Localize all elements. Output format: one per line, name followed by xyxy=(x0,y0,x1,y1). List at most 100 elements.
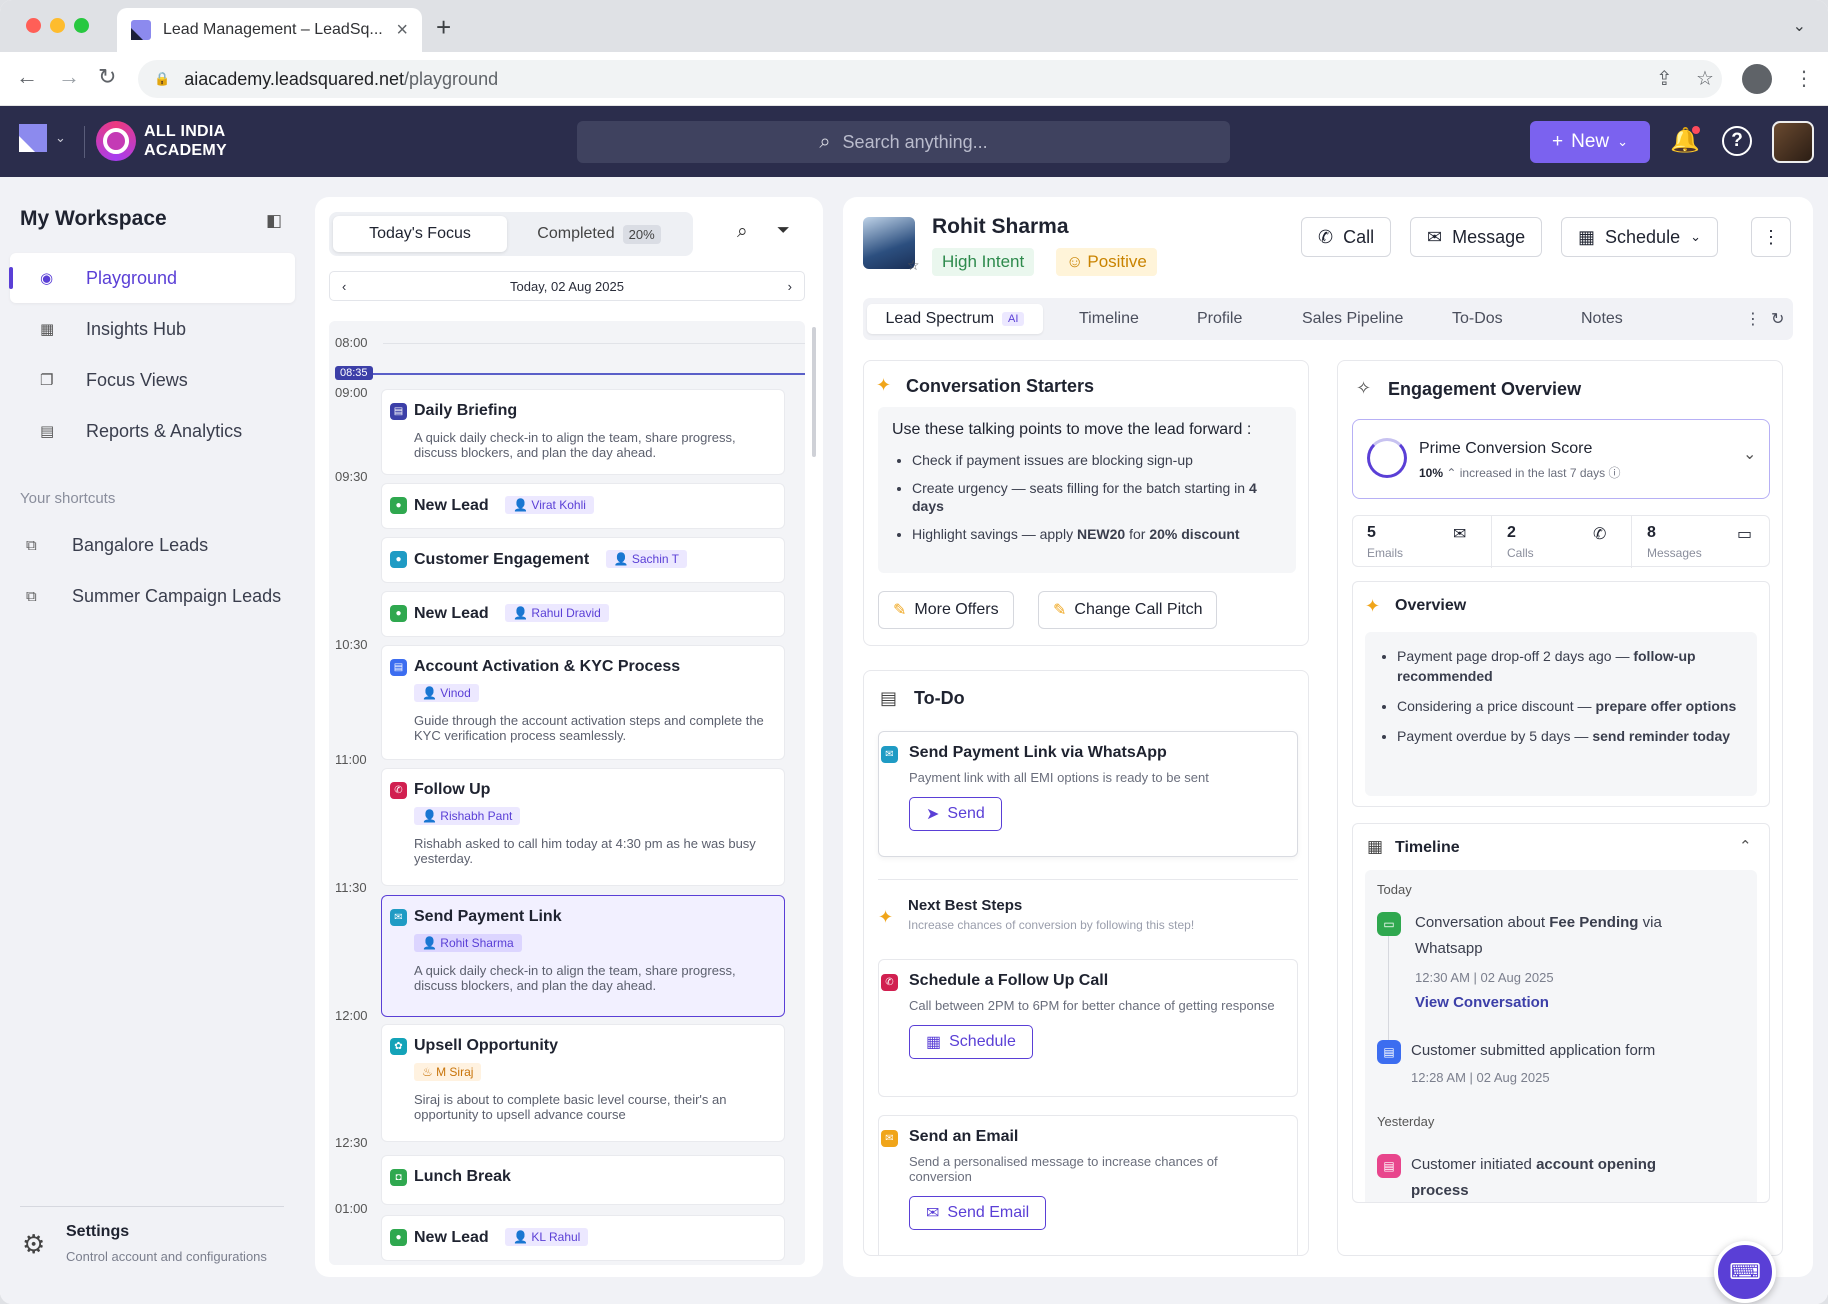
shortcut-summer-campaign-leads[interactable]: ⧉ Summer Campaign Leads xyxy=(10,571,295,621)
leadsquared-logo-icon[interactable] xyxy=(19,124,47,152)
lead-chip[interactable]: 👤 Rishabh Pant xyxy=(414,807,521,825)
report-icon: ▤ xyxy=(40,423,55,440)
global-search-input[interactable]: ⌕ Search anything... xyxy=(577,121,1230,163)
close-tab-icon[interactable]: × xyxy=(396,19,408,42)
close-window-icon[interactable] xyxy=(26,18,41,33)
user-avatar[interactable] xyxy=(1772,121,1814,163)
event-card-upsell-opportunity[interactable]: ✿ Upsell Opportunity ♨ M Siraj Siraj is … xyxy=(381,1024,785,1142)
star-icon[interactable]: ☆ xyxy=(907,257,920,274)
timeline-connector xyxy=(1388,934,1389,1054)
tab-profile[interactable]: Profile xyxy=(1197,304,1242,334)
more-actions-button[interactable]: ⋮ xyxy=(1751,217,1791,257)
agenda-timeline[interactable]: 08:00 08:35 09:00 09:30 10:30 11:00 11:3… xyxy=(329,321,805,1265)
more-offers-button[interactable]: ✎ More Offers xyxy=(878,591,1014,629)
time-label: 12:30 xyxy=(335,1135,368,1150)
tab-todays-focus[interactable]: Today's Focus xyxy=(333,216,507,252)
refresh-icon[interactable]: ↻ xyxy=(1771,304,1784,334)
address-input[interactable]: 🔒 aiacademy.leadsquared.net /playground xyxy=(138,60,1722,98)
tab-lead-spectrum[interactable]: Lead Spectrum AI xyxy=(867,304,1043,334)
event-card-customer-engagement[interactable]: ● Customer Engagement 👤 Sachin T xyxy=(381,537,785,583)
event-card-new-lead[interactable]: ● New Lead 👤 Virat Kohli xyxy=(381,483,785,529)
chevron-down-icon[interactable]: ⌄ xyxy=(1743,444,1756,464)
sidebar-item-reports-analytics[interactable]: ▤ Reports & Analytics xyxy=(10,406,295,456)
zoom-window-icon[interactable] xyxy=(74,18,89,33)
send-email-button[interactable]: ✉ Send Email xyxy=(909,1196,1047,1230)
overview-item: Payment overdue by 5 days — send reminde… xyxy=(1397,726,1745,746)
chevron-down-icon[interactable]: ⌄ xyxy=(1793,16,1806,36)
sparkle-icon: ✦ xyxy=(1365,596,1381,616)
profile-icon[interactable] xyxy=(1742,64,1772,94)
new-tab-icon[interactable]: + xyxy=(436,12,451,43)
settings-link[interactable]: ⚙ Settings Control account and configura… xyxy=(20,1206,284,1264)
overview-bold: prepare offer options xyxy=(1595,698,1737,714)
agenda-scrollbar[interactable] xyxy=(812,327,816,457)
card-title: To-Do xyxy=(914,688,965,708)
ai-assistant-button[interactable]: ⌨ xyxy=(1714,1241,1776,1303)
brand-name: ALL INDIA ACADEMY xyxy=(144,122,227,160)
lead-chip[interactable]: 👤 Virat Kohli xyxy=(505,496,594,514)
prev-day-icon[interactable]: ‹ xyxy=(342,279,346,294)
bookmark-star-icon[interactable]: ☆ xyxy=(1696,66,1714,91)
sidebar-item-focus-views[interactable]: ❐ Focus Views xyxy=(10,355,295,405)
chat-bot-icon: ◉ xyxy=(40,270,54,287)
event-card-lunch-break[interactable]: ◘ Lunch Break xyxy=(381,1155,785,1205)
back-icon[interactable]: ← xyxy=(16,64,38,90)
forward-icon[interactable]: → xyxy=(58,64,80,90)
event-card-new-lead[interactable]: ● New Lead 👤 KL Rahul xyxy=(381,1215,785,1261)
change-call-pitch-button[interactable]: ✎ Change Call Pitch xyxy=(1038,591,1218,629)
mail-icon: ✉ xyxy=(1453,526,1467,543)
share-icon[interactable]: ⇪ xyxy=(1656,66,1673,91)
person-icon: ● xyxy=(390,551,407,568)
lead-chip[interactable]: ♨ M Siraj xyxy=(414,1063,482,1081)
more-vertical-icon[interactable]: ⋮ xyxy=(1794,66,1814,91)
browser-tab[interactable]: Lead Management – LeadSq... × xyxy=(117,8,422,52)
brand-line-1: ALL INDIA xyxy=(144,123,226,140)
event-card-daily-briefing[interactable]: ▤ Daily Briefing A quick daily check-in … xyxy=(381,389,785,475)
call-button[interactable]: ✆ Call xyxy=(1301,217,1392,257)
collapse-sidebar-icon[interactable]: ◧ xyxy=(266,211,282,231)
sidebar-item-playground[interactable]: ◉ Playground xyxy=(9,253,295,303)
prime-conversion-score[interactable]: Prime Conversion Score 10% ⌃ increased i… xyxy=(1352,419,1770,499)
search-icon[interactable]: ⌕ xyxy=(737,221,748,243)
tab-completed[interactable]: Completed 20% xyxy=(509,216,689,252)
event-card-follow-up[interactable]: ✆ Follow Up 👤 Rishabh Pant Rishabh asked… xyxy=(381,768,785,886)
schedule-step-button[interactable]: ▦ Schedule xyxy=(909,1025,1033,1059)
more-vertical-icon[interactable]: ⋮ xyxy=(1745,304,1761,334)
event-card-send-payment-link[interactable]: ✉ Send Payment Link 👤 Rohit Sharma A qui… xyxy=(381,895,785,1017)
chevron-down-icon[interactable]: ⌄ xyxy=(55,130,66,146)
tab-todos[interactable]: To-Dos xyxy=(1452,304,1503,334)
gear-icon: ⚙ xyxy=(22,1229,46,1259)
lead-chip[interactable]: 👤 Vinod xyxy=(414,684,479,702)
minimize-window-icon[interactable] xyxy=(50,18,65,33)
help-icon[interactable]: ? xyxy=(1722,126,1752,156)
reload-icon[interactable]: ↻ xyxy=(98,64,116,90)
event-card-new-lead[interactable]: ● New Lead 👤 Rahul Dravid xyxy=(381,591,785,637)
tab-timeline[interactable]: Timeline xyxy=(1079,304,1139,334)
filter-icon[interactable]: ⏷ xyxy=(777,222,790,240)
lead-chip[interactable]: 👤 KL Rahul xyxy=(505,1228,589,1246)
lead-name: Rohit Sharma xyxy=(932,215,1069,238)
chevron-up-icon[interactable]: ⌃ xyxy=(1739,837,1752,855)
shortcut-bangalore-leads[interactable]: ⧉ Bangalore Leads xyxy=(10,520,295,570)
todo-step-schedule-call[interactable]: ✆ Schedule a Follow Up Call Call between… xyxy=(878,959,1298,1097)
send-button[interactable]: ➤ Send xyxy=(909,797,1002,831)
lead-chip[interactable]: 👤 Rohit Sharma xyxy=(414,934,522,952)
button-label: Send xyxy=(947,805,985,822)
sidebar-item-insights-hub[interactable]: ▦ Insights Hub xyxy=(10,304,295,354)
stat-value: 2 xyxy=(1507,524,1516,541)
lead-chip[interactable]: 👤 Rahul Dravid xyxy=(505,604,609,622)
next-day-icon[interactable]: › xyxy=(788,279,792,294)
new-button[interactable]: + New ⌄ xyxy=(1530,121,1650,163)
todo-primary[interactable]: ✉ Send Payment Link via WhatsApp Payment… xyxy=(878,731,1298,857)
message-button[interactable]: ✉ Message xyxy=(1410,217,1543,257)
tab-sales-pipeline[interactable]: Sales Pipeline xyxy=(1302,304,1403,334)
lead-chip[interactable]: 👤 Sachin T xyxy=(605,550,688,568)
event-card-account-activation[interactable]: ▤ Account Activation & KYC Process 👤 Vin… xyxy=(381,645,785,760)
time-label: 08:00 xyxy=(335,335,368,350)
tab-notes[interactable]: Notes xyxy=(1581,304,1623,334)
todo-step-send-email[interactable]: ✉ Send an Email Send a personalised mess… xyxy=(878,1115,1298,1255)
event-title: Daily Briefing xyxy=(414,402,518,419)
schedule-button[interactable]: ▦ Schedule ⌄ xyxy=(1561,217,1718,257)
todo-description: Call between 2PM to 6PM for better chanc… xyxy=(909,998,1275,1013)
view-conversation-link[interactable]: View Conversation xyxy=(1415,990,1549,1016)
